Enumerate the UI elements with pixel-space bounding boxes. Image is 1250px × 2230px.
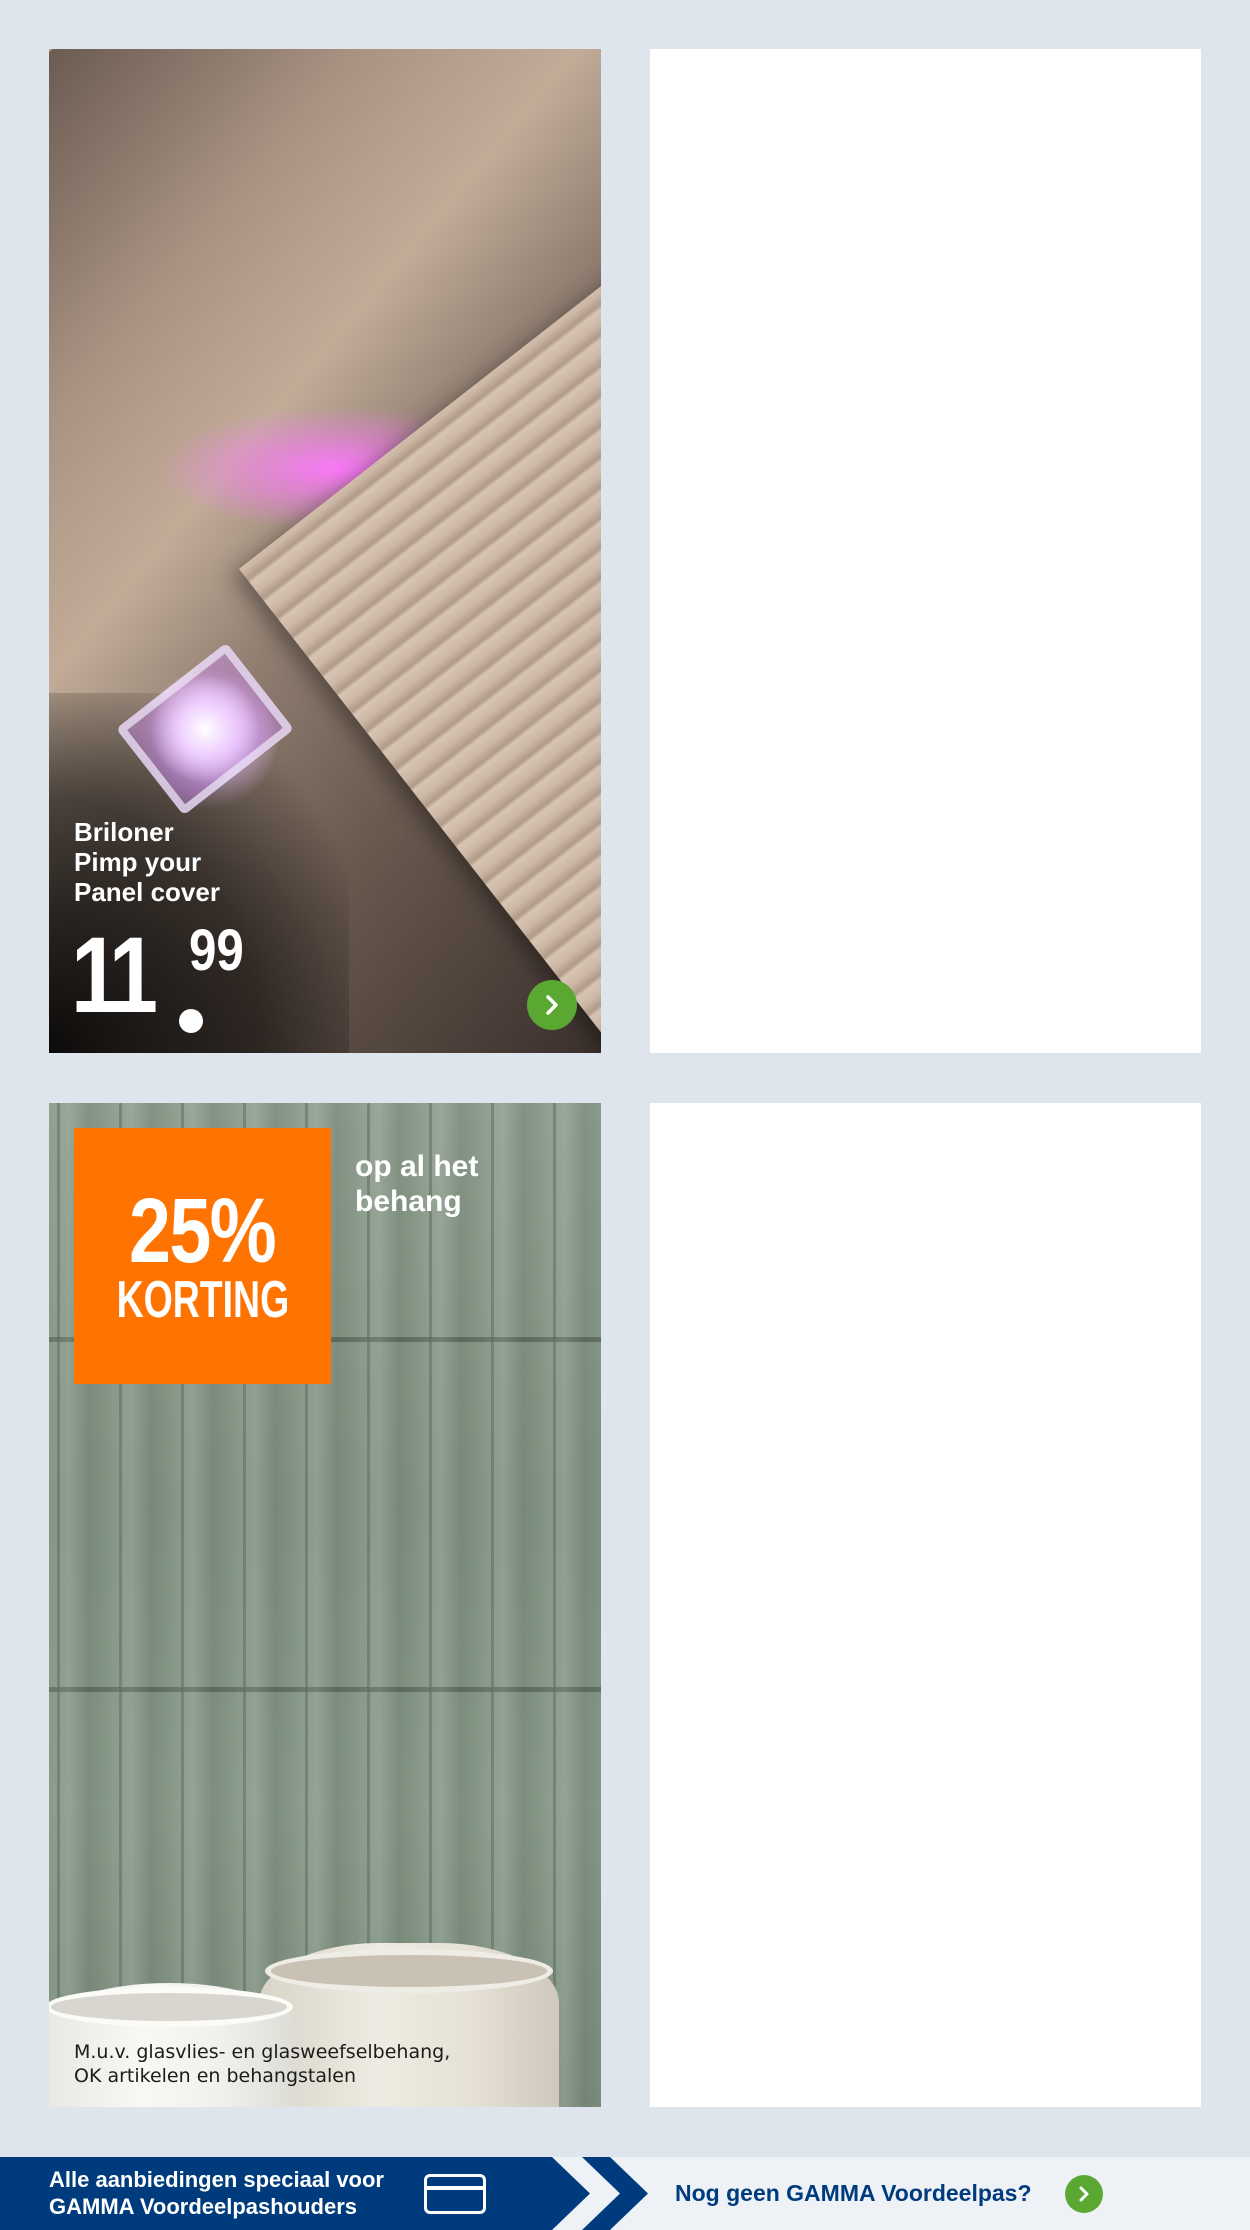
- product-price: 11 99: [71, 914, 244, 1035]
- price-dot: [179, 1009, 203, 1033]
- wood-background-top: [49, 49, 541, 99]
- product-name: Briloner Pimp your Panel cover: [74, 817, 220, 907]
- ceramic-cup-rim: [49, 1987, 293, 2027]
- empty-card-slot: [650, 49, 1201, 1053]
- chevron-right-icon: [546, 995, 558, 1015]
- discount-label: KORTING: [116, 1271, 289, 1329]
- product-go-button[interactable]: [527, 980, 577, 1030]
- empty-card-slot: [650, 1103, 1201, 2107]
- banner-chevron-divider: [582, 2157, 648, 2230]
- chevron-right-icon: [1079, 2186, 1089, 2202]
- loyalty-banner: Alle aanbiedingen speciaal voor GAMMA Vo…: [0, 2157, 1250, 2230]
- discount-badge: 25% KORTING: [74, 1128, 331, 1384]
- promo-headline: op al het behang: [355, 1150, 479, 1218]
- get-loyalty-card-link[interactable]: Nog geen GAMMA Voordeelpas?: [675, 2178, 1032, 2208]
- price-integer: 11: [71, 914, 158, 1035]
- promo-card-led-strip[interactable]: Briloner Pimp your Panel cover 11 99: [49, 49, 601, 1053]
- discount-percent: 25%: [129, 1180, 277, 1282]
- ceramic-bowl-rim: [265, 1949, 553, 1993]
- price-cents: 99: [189, 918, 244, 983]
- promo-disclaimer: M.u.v. glasvlies- en glasweefselbehang, …: [74, 2041, 451, 2087]
- loyalty-card-icon: [424, 2174, 486, 2214]
- loyalty-offers-text[interactable]: Alle aanbiedingen speciaal voor GAMMA Vo…: [49, 2166, 429, 2220]
- get-loyalty-card-button[interactable]: [1065, 2175, 1103, 2213]
- promo-card-wallpaper-discount[interactable]: 25% KORTING op al het behang M.u.v. glas…: [49, 1103, 601, 2107]
